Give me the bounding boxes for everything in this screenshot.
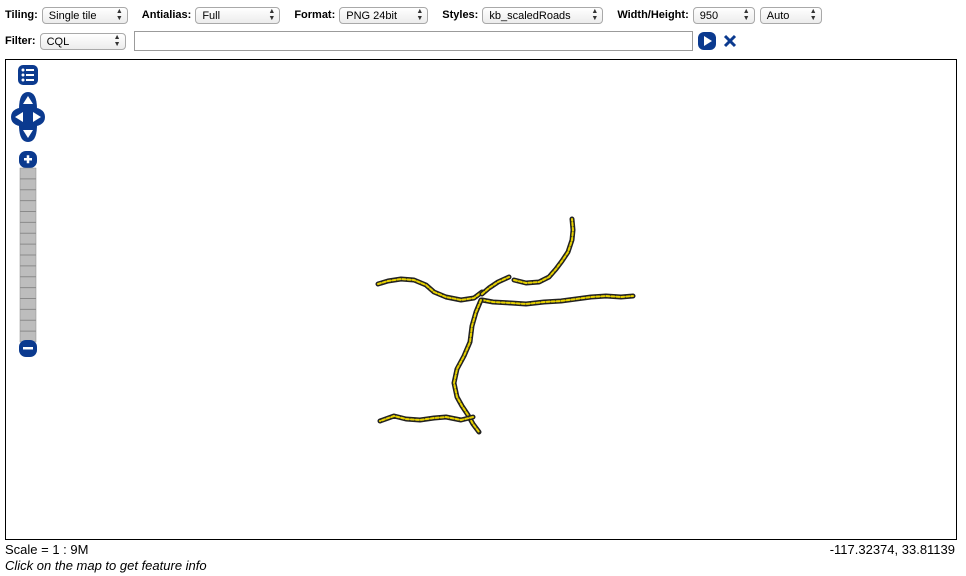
zoom-out-button[interactable] — [19, 340, 37, 357]
antialias-label: Antialias: — [141, 9, 192, 21]
pan-control — [11, 92, 45, 142]
road-segment — [513, 218, 574, 284]
apply-filter-button[interactable] — [697, 31, 717, 51]
antialias-select-value: Full — [202, 9, 221, 22]
height-select-value: Auto — [766, 9, 790, 22]
toolbar: Tiling: Single tile ▲ ▼ Antialias: Full ▲… — [0, 0, 966, 60]
play-icon — [698, 32, 716, 50]
select-arrows-icon: ▲ ▼ — [115, 8, 123, 22]
zoom-slider[interactable] — [19, 167, 37, 343]
styles-select[interactable]: kb_scaledRoads ▲ ▼ — [482, 6, 604, 24]
minus-icon — [23, 347, 33, 350]
select-arrows-icon: ▲ ▼ — [742, 8, 750, 22]
antialias-select[interactable]: Full ▲ ▼ — [195, 6, 281, 24]
close-icon — [723, 34, 737, 48]
select-arrows-icon: ▲ ▼ — [416, 8, 424, 22]
width-select-value: 950 — [699, 9, 719, 22]
feature-info-hint: Click on the map to get feature info — [5, 558, 207, 573]
select-arrows-icon: ▲ ▼ — [268, 8, 276, 22]
mouse-coordinates: -117.32374, 33.81139 — [829, 542, 955, 557]
styles-label: Styles: — [442, 9, 479, 21]
options-row: Tiling: Single tile ▲ ▼ Antialias: Full ▲… — [0, 4, 822, 26]
tiling-select-value: Single tile — [48, 9, 97, 22]
layer-switcher-button[interactable] — [18, 65, 38, 85]
road-casing — [511, 216, 576, 286]
roads-layer — [375, 216, 636, 435]
format-select[interactable]: PNG 24bit ▲ ▼ — [339, 6, 429, 24]
width-select[interactable]: 950 ▲ ▼ — [692, 6, 755, 24]
height-select[interactable]: Auto ▲ ▼ — [759, 6, 822, 24]
map-viewport[interactable] — [5, 59, 957, 540]
filter-row: Filter: CQL ▲ ▼ — [0, 30, 126, 52]
filter-type-select[interactable]: CQL ▲ ▼ — [39, 32, 126, 50]
tiling-select[interactable]: Single tile ▲ ▼ — [41, 6, 128, 24]
map-canvas[interactable] — [6, 60, 956, 539]
select-arrows-icon: ▲ ▼ — [591, 8, 599, 22]
select-arrows-icon: ▲ ▼ — [809, 8, 817, 22]
filter-type-value: CQL — [46, 35, 70, 48]
tiling-label: Tiling: — [5, 9, 38, 21]
styles-select-value: kb_scaledRoads — [489, 9, 571, 22]
select-arrows-icon: ▲ ▼ — [113, 34, 121, 48]
format-label: Format: — [294, 9, 336, 21]
map-controls — [11, 65, 45, 357]
reset-filter-button[interactable] — [722, 32, 738, 50]
format-select-value: PNG 24bit — [346, 9, 398, 22]
size-label: Width/Height: — [617, 9, 689, 21]
filter-input[interactable] — [134, 31, 693, 51]
zoom-in-button[interactable] — [19, 151, 37, 168]
scale-label: Scale = 1 : 9M — [5, 542, 89, 557]
filter-label: Filter: — [5, 35, 36, 47]
